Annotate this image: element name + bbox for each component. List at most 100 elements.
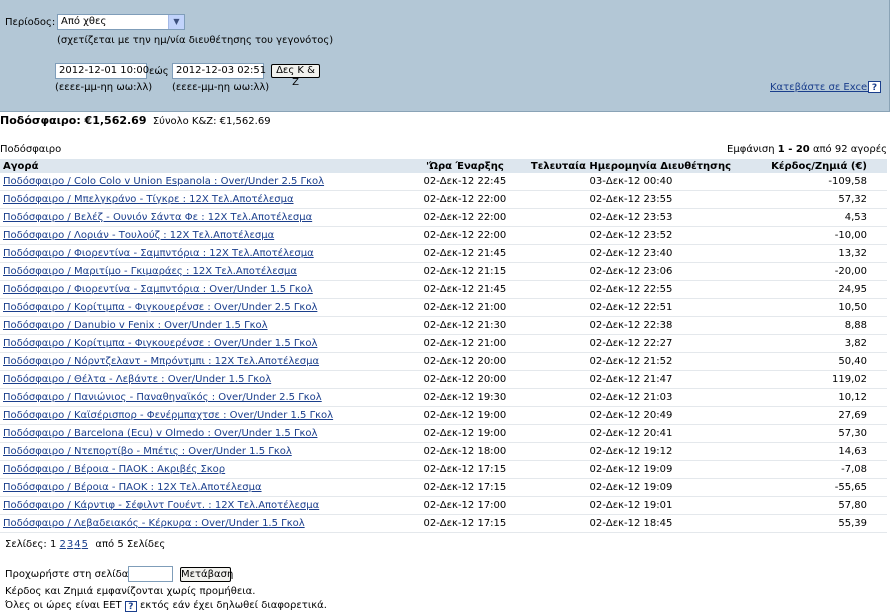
market-link[interactable]: Ποδόσφαιρο / Βέροια - ΠΑΟΚ : Ακριβές Σκο…: [3, 464, 225, 475]
timezone-help-icon[interactable]: ?: [124, 601, 137, 612]
profit-loss-cell: 57,32: [734, 190, 887, 209]
table-body: Ποδόσφαιρο / Colo Colo v Union Espanola …: [0, 173, 887, 533]
market-link[interactable]: Ποδόσφαιρο / Θέλτα - Λεβάντε : Over/Unde…: [3, 374, 271, 385]
period-select[interactable]: Από χθες ▼: [57, 14, 185, 30]
profit-loss-cell: 55,39: [734, 514, 887, 533]
profit-loss-cell: 3,82: [734, 334, 887, 353]
table-row: Ποδόσφαιρο / Φιορεντίνα - Σαμπντόρια : 1…: [0, 244, 887, 263]
start-time-cell: 02-Δεκ-12 21:00: [401, 298, 528, 317]
table-row: Ποδόσφαιρο / Καϊσέρισπορ - Φενέρμπαχτσε …: [0, 406, 887, 425]
market-link[interactable]: Ποδόσφαιρο / Ντεπορτίβο - Μπέτις : Over/…: [3, 446, 292, 457]
table-row: Ποδόσφαιρο / Danubio v Fenix : Over/Unde…: [0, 316, 887, 335]
showing-count: Εμφάνιση 1 - 20 από 92 αγορές: [727, 144, 887, 155]
table-row: Ποδόσφαιρο / Βελέζ - Ουνιόν Σάντα Φε : 1…: [0, 208, 887, 227]
goto-page-input[interactable]: [128, 566, 173, 582]
start-time-cell: 02-Δεκ-12 19:00: [401, 424, 528, 443]
market-link[interactable]: Ποδόσφαιρο / Λοριάν - Τουλούζ : 12Χ Τελ.…: [3, 230, 274, 241]
market-cell: Ποδόσφαιρο / Κορίτιμπα - Φιγκουερένσε : …: [0, 334, 402, 353]
pagination: Σελίδες: 1 2345 από 5 Σελίδες: [5, 539, 165, 550]
chevron-down-icon[interactable]: ▼: [168, 15, 184, 29]
from-date-input[interactable]: 2012-12-01 10:00: [55, 63, 149, 79]
market-link[interactable]: Ποδόσφαιρο / Colo Colo v Union Espanola …: [3, 176, 324, 187]
period-note: (σχετίζεται με την ημ/νία διευθέτησης το…: [57, 35, 334, 46]
sport-total: Ποδόσφαιρο: €1,562.69: [0, 114, 147, 127]
market-link[interactable]: Ποδόσφαιρο / Κάρντιφ - Σέφιλντ Γουέντ. :…: [3, 500, 319, 511]
to-label: εώς: [149, 66, 169, 77]
settled-time-cell: 02-Δεκ-12 23:06: [527, 262, 734, 281]
start-time-cell: 02-Δεκ-12 20:00: [401, 370, 528, 389]
profit-loss-cell: 27,69: [734, 406, 887, 425]
market-cell: Ποδόσφαιρο / Barcelona (Ecu) v Olmedo : …: [0, 424, 402, 443]
table-row: Ποδόσφαιρο / Βέροια - ΠΑΟΚ : 12Χ Τελ.Απο…: [0, 478, 887, 497]
start-time-cell: 02-Δεκ-12 21:00: [401, 334, 528, 353]
market-link[interactable]: Ποδόσφαιρο / Βελέζ - Ουνιόν Σάντα Φε : 1…: [3, 212, 312, 223]
section-title: Ποδόσφαιρο: [0, 144, 62, 155]
excel-download-link[interactable]: Κατεβάστε σε Excel: [770, 82, 870, 93]
market-link[interactable]: Ποδόσφαιρο / Φιορεντίνα - Σαμπντόρια : 1…: [3, 248, 314, 259]
table-row: Ποδόσφαιρο / Colo Colo v Union Espanola …: [0, 173, 887, 191]
profit-loss-cell: 24,95: [734, 280, 887, 299]
page-link-5[interactable]: 5: [82, 539, 88, 550]
start-time-cell: 02-Δεκ-12 21:45: [401, 280, 528, 299]
profit-loss-cell: 8,88: [734, 316, 887, 335]
settled-time-cell: 02-Δεκ-12 19:12: [527, 442, 734, 461]
market-link[interactable]: Ποδόσφαιρο / Φιορεντίνα - Σαμπντόρια : O…: [3, 284, 313, 295]
settled-time-cell: 02-Δεκ-12 23:55: [527, 190, 734, 209]
table-row: Ποδόσφαιρο / Βέροια - ΠΑΟΚ : Ακριβές Σκο…: [0, 460, 887, 479]
pl-summary: Ποδόσφαιρο: €1,562.69 Σύνολο Κ&Ζ: €1,562…: [0, 114, 271, 127]
market-link[interactable]: Ποδόσφαιρο / Βέροια - ΠΑΟΚ : 12Χ Τελ.Απο…: [3, 482, 262, 493]
profit-loss-cell: -7,08: [734, 460, 887, 479]
profit-loss-cell: -109,58: [734, 173, 887, 191]
start-time-cell: 02-Δεκ-12 22:00: [401, 208, 528, 227]
market-link[interactable]: Ποδόσφαιρο / Κορίτιμπα - Φιγκουερένσε : …: [3, 302, 317, 313]
settled-time-cell: 02-Δεκ-12 22:51: [527, 298, 734, 317]
market-link[interactable]: Ποδόσφαιρο / Μαριτίμο - Γκιμαράες : 12Χ …: [3, 266, 297, 277]
settled-time-cell: 03-Δεκ-12 00:40: [527, 173, 734, 191]
profit-loss-cell: -55,65: [734, 478, 887, 497]
market-link[interactable]: Ποδόσφαιρο / Λεβαδειακός - Κέρκυρα : Ove…: [3, 518, 305, 529]
pages-suffix: από 5 Σελίδες: [95, 539, 166, 550]
market-cell: Ποδόσφαιρο / Μπελγκράνο - Τίγκρε : 12Χ Τ…: [0, 190, 402, 209]
market-link[interactable]: Ποδόσφαιρο / Barcelona (Ecu) v Olmedo : …: [3, 428, 317, 439]
profit-loss-cell: 119,02: [734, 370, 887, 389]
page-link-4[interactable]: 4: [74, 539, 80, 550]
start-time-cell: 02-Δεκ-12 17:15: [401, 478, 528, 497]
col-market-header: Αγορά: [0, 159, 402, 173]
start-time-cell: 02-Δεκ-12 17:15: [401, 514, 528, 533]
market-link[interactable]: Ποδόσφαιρο / Πανιώνιος - Παναθηναϊκός : …: [3, 392, 322, 403]
timezone-note: Όλες οι ώρες είναι EET ? εκτός εάν έχει …: [5, 600, 327, 612]
goto-button[interactable]: Μετάβαση: [180, 567, 233, 582]
commission-note: Κέρδος και Ζημιά εμφανίζονται χωρίς προμ…: [5, 586, 256, 597]
page-link-3[interactable]: 3: [67, 539, 73, 550]
profit-loss-cell: 13,32: [734, 244, 887, 263]
market-cell: Ποδόσφαιρο / Μαριτίμο - Γκιμαράες : 12Χ …: [0, 262, 402, 281]
grand-total-label: Σύνολο Κ&Ζ:: [152, 116, 217, 127]
market-cell: Ποδόσφαιρο / Λοριάν - Τουλούζ : 12Χ Τελ.…: [0, 226, 402, 245]
show-pl-button[interactable]: Δες Κ & Ζ: [271, 64, 320, 88]
market-link[interactable]: Ποδόσφαιρο / Νόρντζελαντ - Μπρόντμπι : 1…: [3, 356, 319, 367]
start-time-cell: 02-Δεκ-12 17:00: [401, 496, 528, 515]
market-link[interactable]: Ποδόσφαιρο / Danubio v Fenix : Over/Unde…: [3, 320, 268, 331]
start-time-cell: 02-Δεκ-12 21:45: [401, 244, 528, 263]
table-row: Ποδόσφαιρο / Λοριάν - Τουλούζ : 12Χ Τελ.…: [0, 226, 887, 245]
table-row: Ποδόσφαιρο / Κορίτιμπα - Φιγκουερένσε : …: [0, 334, 887, 353]
market-cell: Ποδόσφαιρο / Ντεπορτίβο - Μπέτις : Over/…: [0, 442, 402, 461]
to-date-input[interactable]: 2012-12-03 02:51: [172, 63, 266, 79]
market-link[interactable]: Ποδόσφαιρο / Μπελγκράνο - Τίγκρε : 12Χ Τ…: [3, 194, 294, 205]
help-icon[interactable]: ?: [868, 81, 881, 93]
table-row: Ποδόσφαιρο / Μαριτίμο - Γκιμαράες : 12Χ …: [0, 262, 887, 281]
page-link-2[interactable]: 2: [60, 539, 66, 550]
settled-time-cell: 02-Δεκ-12 22:27: [527, 334, 734, 353]
table-row: Ποδόσφαιρο / Κάρντιφ - Σέφιλντ Γουέντ. :…: [0, 496, 887, 515]
period-label: Περίοδος:: [5, 17, 56, 28]
table-row: Ποδόσφαιρο / Θέλτα - Λεβάντε : Over/Unde…: [0, 370, 887, 389]
settled-time-cell: 02-Δεκ-12 20:41: [527, 424, 734, 443]
filter-panel: Περίοδος: Από χθες ▼ (σχετίζεται με την …: [0, 0, 890, 112]
settled-time-cell: 02-Δεκ-12 23:52: [527, 226, 734, 245]
market-link[interactable]: Ποδόσφαιρο / Καϊσέρισπορ - Φενέρμπαχτσε …: [3, 410, 333, 421]
profit-loss-cell: 57,30: [734, 424, 887, 443]
market-cell: Ποδόσφαιρο / Νόρντζελαντ - Μπρόντμπι : 1…: [0, 352, 402, 371]
settled-time-cell: 02-Δεκ-12 20:49: [527, 406, 734, 425]
market-link[interactable]: Ποδόσφαιρο / Κορίτιμπα - Φιγκουερένσε : …: [3, 338, 317, 349]
current-page: 1: [49, 539, 57, 550]
